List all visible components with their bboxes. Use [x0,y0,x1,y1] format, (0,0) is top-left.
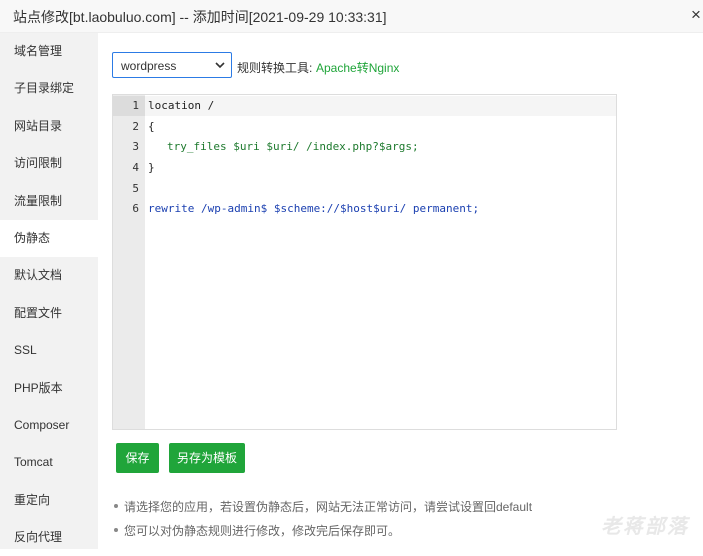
help-notes: 请选择您的应用，若设置伪静态后，网站无法正常访问，请尝试设置回default 您… [114,498,532,546]
apache-to-nginx-link[interactable]: Apache转Nginx [316,59,399,76]
active-line-highlight [145,96,616,116]
rewrite-code-editor[interactable]: 1 2 3 4 5 6 location / { try_files $uri … [112,94,617,430]
code-line: { [148,120,155,133]
sidebar-item-php-version[interactable]: PHP版本 [0,370,98,407]
help-note-text: 请选择您的应用，若设置伪静态后，网站无法正常访问，请尝试设置回default [124,500,533,514]
line-number-gutter: 1 2 3 4 5 6 [113,95,145,429]
sidebar-item-traffic-limit[interactable]: 流量限制 [0,183,98,220]
help-note-text: 您可以对伪静态规则进行修改，修改完后保存即可。 [124,524,401,538]
sidebar-item-tomcat[interactable]: Tomcat [0,444,98,481]
watermark-logo: 老蒋部落 [601,516,689,538]
line-number: 2 [132,120,139,133]
dialog-title: 站点修改[bt.laobuluo.com] -- 添加时间[2021-09-29… [13,9,387,25]
sidebar-item-domain[interactable]: 域名管理 [0,33,98,70]
save-button[interactable]: 保存 [116,443,159,473]
sidebar-item-default-doc[interactable]: 默认文档 [0,257,98,294]
code-line: } [148,161,155,174]
sidebar-item-reverse-proxy[interactable]: 反向代理 [0,519,98,556]
line-number: 1 [132,99,139,112]
line-number: 3 [132,140,139,153]
line-number: 4 [132,161,139,174]
line-number: 5 [132,182,139,195]
save-as-template-button[interactable]: 另存为模板 [169,443,245,473]
sidebar-item-subdir-binding[interactable]: 子目录绑定 [0,70,98,107]
sidebar-item-rewrite[interactable]: 伪静态 [0,219,98,258]
help-note: 请选择您的应用，若设置伪静态后，网站无法正常访问，请尝试设置回default [114,498,532,522]
sidebar-item-ssl[interactable]: SSL [0,332,98,369]
rewrite-template-select[interactable]: wordpress [112,52,232,78]
code-line: try_files $uri $uri/ /index.php?$args; [167,140,419,153]
bullet-icon [114,528,118,532]
sidebar-item-access-limit[interactable]: 访问限制 [0,145,98,182]
bullet-icon [114,504,118,508]
converter-label: 规则转换工具: [237,61,313,75]
help-note: 您可以对伪静态规则进行修改，修改完后保存即可。 [114,522,532,546]
rewrite-panel: wordpress 规则转换工具: Apache转Nginx 1 2 3 4 5… [98,33,703,549]
code-line: rewrite /wp-admin$ $scheme://$host$uri/ … [148,202,480,215]
select-value: wordpress [121,59,177,73]
sidebar-item-redirect[interactable]: 重定向 [0,482,98,519]
dialog-titlebar: 站点修改[bt.laobuluo.com] -- 添加时间[2021-09-29… [0,0,703,33]
chevron-down-icon [215,62,225,69]
sidebar-item-site-dir[interactable]: 网站目录 [0,108,98,145]
settings-sidebar: 域名管理 子目录绑定 网站目录 访问限制 流量限制 伪静态 默认文档 配置文件 … [0,33,98,549]
sidebar-item-composer[interactable]: Composer [0,407,98,444]
line-number: 6 [132,202,139,215]
sidebar-item-config-file[interactable]: 配置文件 [0,295,98,332]
close-icon[interactable]: × [689,6,703,24]
code-line: location / [148,99,215,112]
